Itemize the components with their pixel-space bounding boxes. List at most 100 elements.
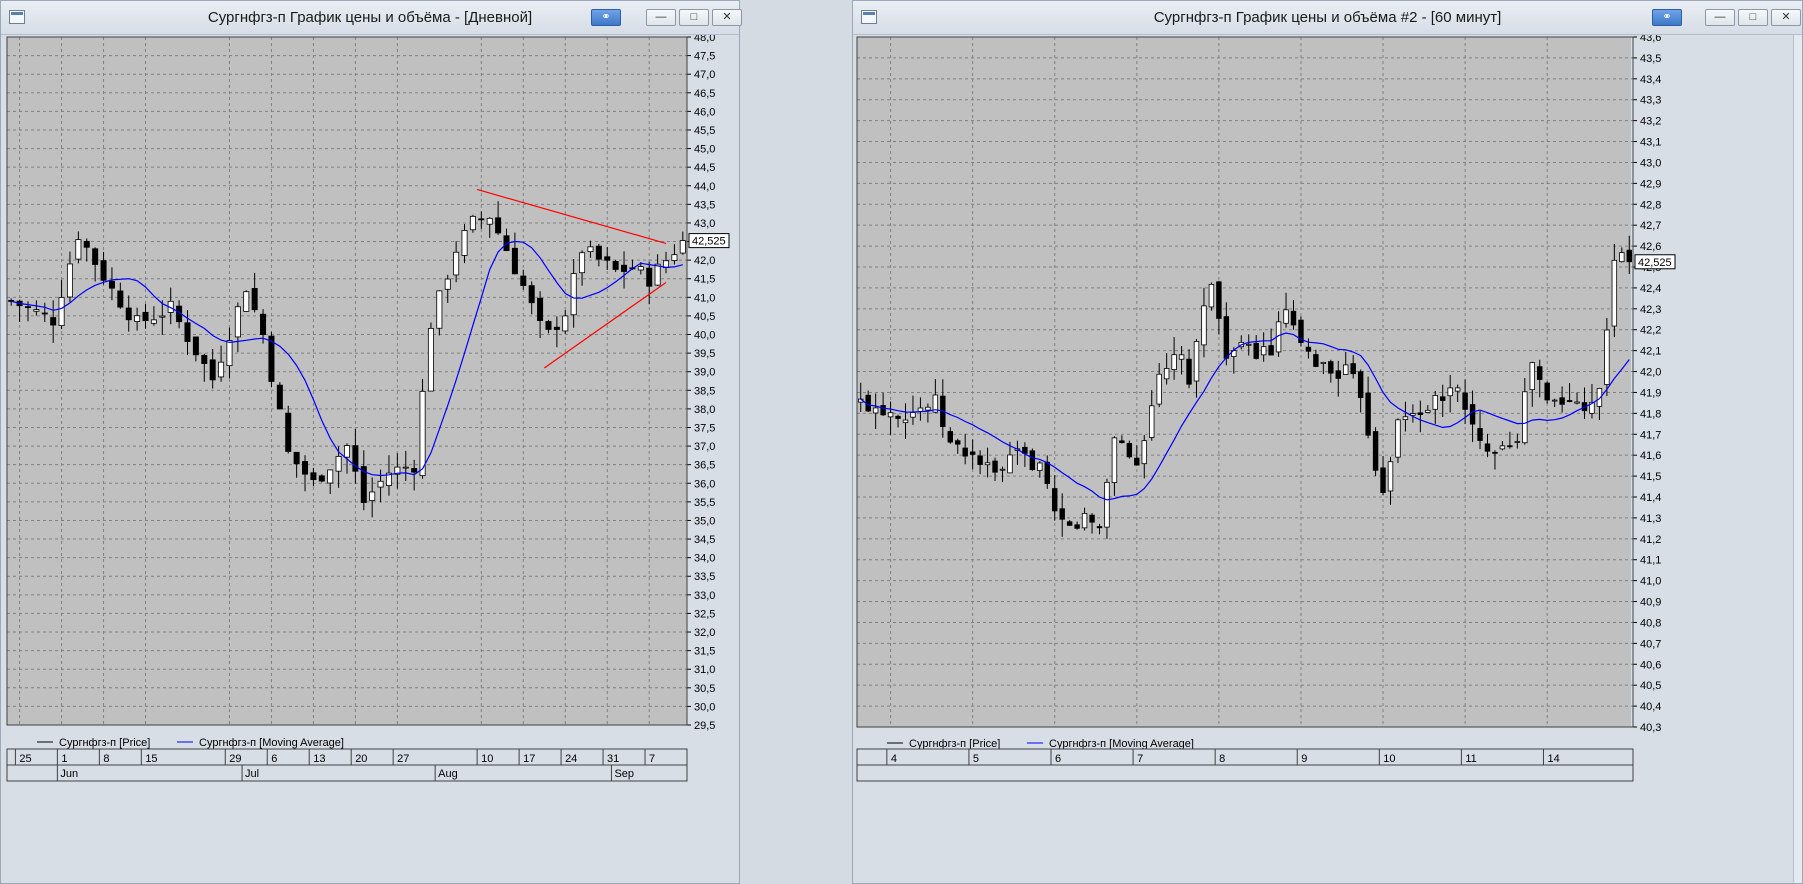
candle-down[interactable] [142,311,149,322]
candle-down[interactable] [880,405,886,416]
candle-down[interactable] [310,472,317,481]
candle-up[interactable] [570,273,577,316]
candle-down[interactable] [1335,370,1341,379]
candle-up[interactable] [910,412,916,418]
candle-up[interactable] [1208,283,1215,308]
maximize-button[interactable]: □ [679,9,709,26]
candle-up[interactable] [1111,437,1118,483]
candle-down[interactable] [302,461,309,475]
candle-up[interactable] [453,251,460,276]
candle-down[interactable] [83,240,90,248]
candle-up[interactable] [1522,391,1528,444]
candle-up[interactable] [1178,354,1185,360]
candle-up[interactable] [335,455,342,472]
candle-down[interactable] [1626,249,1632,263]
candle-up[interactable] [1081,512,1088,529]
candle-up[interactable] [1163,368,1170,380]
candle-up[interactable] [1447,387,1453,397]
candle-down[interactable] [1372,431,1379,471]
candle-down[interactable] [184,322,191,342]
candle-up[interactable] [234,306,241,338]
candle-up[interactable] [999,468,1006,471]
candle-down[interactable] [947,431,953,443]
candle-up[interactable] [343,445,351,458]
candle-down[interactable] [478,218,485,221]
candle-up[interactable] [1201,305,1207,346]
candle-down[interactable] [260,313,267,336]
candle-up[interactable] [150,319,157,324]
candle-down[interactable] [1380,467,1386,493]
candle-up[interactable] [1141,440,1147,465]
candle-down[interactable] [621,264,628,272]
candle-up[interactable] [66,263,73,298]
candle-up[interactable] [1343,364,1349,375]
candle-up[interactable] [562,315,569,332]
candle-up[interactable] [1149,405,1155,438]
candle-up[interactable] [1425,409,1431,413]
candle-up[interactable] [1260,346,1267,356]
candle-down[interactable] [992,460,998,473]
candle-up[interactable] [58,297,65,327]
candle-down[interactable] [108,280,115,289]
candle-up[interactable] [1395,419,1401,458]
candle-up[interactable] [486,217,493,225]
candle-down[interactable] [1537,366,1543,380]
candle-up[interactable] [917,407,924,412]
candle-down[interactable] [125,307,132,321]
candle-down[interactable] [511,247,518,275]
candle-up[interactable] [1551,399,1558,402]
candle-up[interactable] [461,230,468,256]
candle-down[interactable] [1126,442,1133,458]
candle-down[interactable] [318,475,325,482]
candle-down[interactable] [50,317,57,326]
candle-up[interactable] [679,240,686,254]
minimize-button[interactable]: — [1705,9,1735,26]
candle-down[interactable] [955,440,961,445]
candle-down[interactable] [1305,346,1312,352]
daily-chart-window[interactable]: Сургнфгз-п График цены и объёма - [Дневн… [0,0,742,884]
candle-down[interactable] [1268,345,1274,356]
candle-up[interactable] [1574,401,1580,404]
candle-down[interactable] [1484,443,1491,452]
candle-up[interactable] [1171,354,1177,370]
close-button[interactable]: ✕ [712,9,742,26]
candle-up[interactable] [427,327,434,392]
candle-down[interactable] [1492,451,1498,454]
candle-up[interactable] [1007,454,1013,474]
candle-down[interactable] [1469,404,1476,425]
plot-area[interactable] [857,37,1633,727]
candle-down[interactable] [962,447,968,457]
candle-down[interactable] [117,290,124,308]
candle-down[interactable] [92,248,99,265]
candle-down[interactable] [1186,358,1192,385]
candle-up[interactable] [587,246,594,253]
candle-down[interactable] [100,260,107,281]
candle-up[interactable] [671,254,678,261]
minimize-button[interactable]: — [646,9,676,26]
candle-down[interactable] [1223,316,1230,359]
candle-down[interactable] [1089,514,1095,523]
candle-up[interactable] [984,462,991,466]
candle-up[interactable] [369,491,376,501]
candle-down[interactable] [1566,400,1573,402]
daily-window-titlebar[interactable]: Сургнфгз-п График цены и объёма - [Дневн… [1,1,742,35]
candle-up[interactable] [436,290,443,329]
candle-down[interactable] [1365,392,1371,436]
candle-down[interactable] [24,306,31,309]
candle-down[interactable] [969,451,976,455]
daily-price-chart[interactable]: 29,5 30,0 30,5 31,0 31,5 32,0 32,5 33,0 33,5 34,0… [1,35,739,883]
candle-up[interactable] [327,469,334,484]
candle-down[interactable] [1253,342,1259,359]
hourly-window-titlebar[interactable]: Сургнфгз-п График цены и объёма #2 - [60… [853,1,1802,35]
candle-down[interactable] [1216,281,1222,319]
candle-down[interactable] [1477,428,1483,441]
candle-down[interactable] [251,287,258,311]
candle-down[interactable] [553,326,560,330]
candle-down[interactable] [293,451,300,465]
candle-down[interactable] [41,312,48,315]
candle-down[interactable] [1462,392,1468,410]
candle-up[interactable] [1387,461,1394,492]
link-chain-icon[interactable]: ⚭ [591,9,621,26]
candle-down[interactable] [411,468,418,473]
candle-down[interactable] [1052,488,1058,512]
